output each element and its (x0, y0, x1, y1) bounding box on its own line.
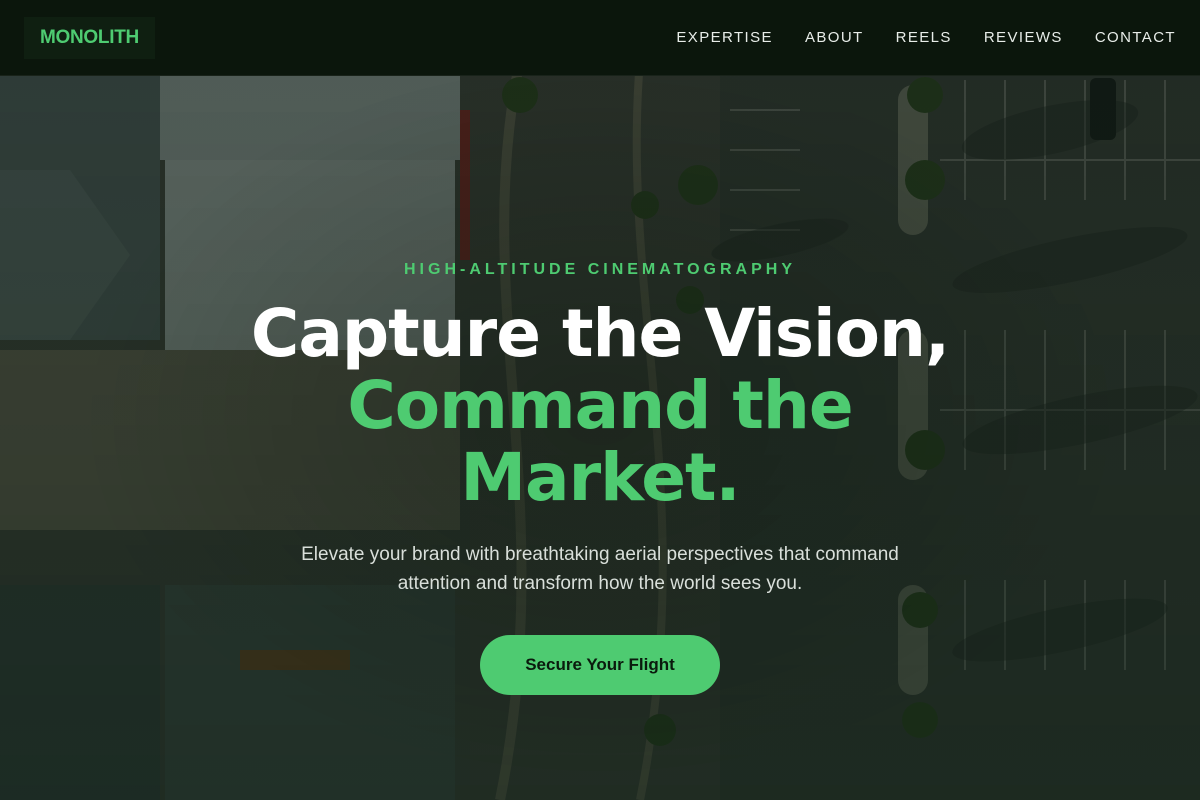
hero-subtitle: Elevate your brand with breathtaking aer… (301, 544, 899, 594)
nav-link-reels[interactable]: REELS (896, 29, 952, 46)
headline-line-1: Capture the Vision, (250, 295, 950, 372)
hero-headline: Capture the Vision, Command the Market. (0, 298, 1200, 514)
hero-section: HIGH-ALTITUDE CINEMATOGRAPHY Capture the… (0, 76, 1200, 800)
nav-link-about[interactable]: ABOUT (805, 29, 864, 46)
nav-link-contact[interactable]: CONTACT (1095, 29, 1176, 46)
nav-link-expertise[interactable]: EXPERTISE (676, 29, 773, 46)
headline-line-2: Command the (347, 367, 853, 444)
headline-line-3: Market. (460, 439, 740, 516)
brand-logo[interactable]: MONOLITH (24, 16, 155, 59)
secure-your-flight-button[interactable]: Secure Your Flight (480, 635, 720, 695)
hero-eyebrow: HIGH-ALTITUDE CINEMATOGRAPHY (404, 261, 796, 278)
nav-menu: EXPERTISE ABOUT REELS REVIEWS CONTACT (676, 29, 1176, 46)
top-navigation-bar: MONOLITH EXPERTISE ABOUT REELS REVIEWS C… (0, 0, 1200, 76)
nav-link-reviews[interactable]: REVIEWS (984, 29, 1063, 46)
